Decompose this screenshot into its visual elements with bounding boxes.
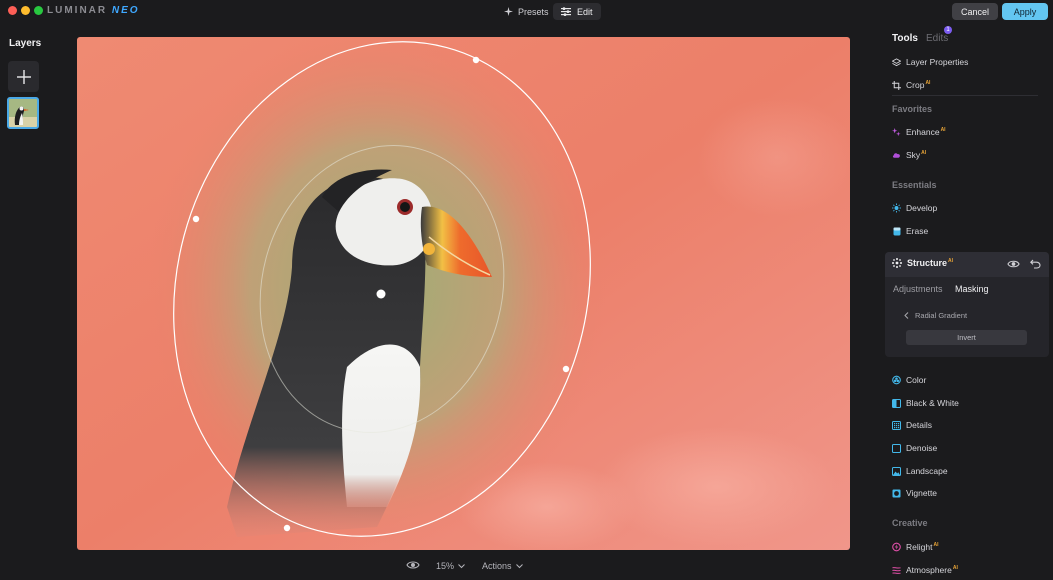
tool-label: Color (906, 375, 927, 385)
tool-label: Black & White (906, 398, 959, 408)
tool-layer-properties[interactable]: Layer Properties (892, 55, 968, 69)
plus-icon (16, 69, 31, 84)
essentials-title: Essentials (892, 180, 937, 190)
layer-thumbnail[interactable] (7, 97, 39, 129)
title-bar: LUMINAR NEO Presets Edit Cancel Apply (0, 0, 1053, 24)
favorites-title: Favorites (892, 104, 933, 114)
preview-eye-icon[interactable] (406, 560, 420, 570)
actions-dropdown[interactable]: Actions (482, 561, 523, 571)
tab-edits[interactable]: Edits (926, 33, 948, 44)
tool-sky[interactable]: SkyAI (892, 148, 926, 162)
tool-black-white[interactable]: Black & White (892, 396, 959, 410)
tool-enhance[interactable]: EnhanceAI (892, 125, 946, 139)
tool-landscape[interactable]: Landscape (892, 464, 948, 478)
vignette-icon (892, 489, 901, 498)
mask-type-label: Radial Gradient (915, 311, 968, 320)
tool-label: CropAI (906, 80, 931, 90)
tool-vignette[interactable]: Vignette (892, 486, 937, 500)
radial-gradient-back[interactable]: Radial Gradient (904, 311, 967, 320)
relight-icon (892, 542, 901, 552)
tool-label: SkyAI (906, 150, 927, 160)
bw-icon (892, 398, 901, 408)
luminar-window: LUMINAR NEO Presets Edit Cancel Apply La… (0, 0, 1053, 580)
presets-sparkle-icon (504, 7, 513, 16)
reset-undo-icon[interactable] (1030, 259, 1041, 269)
minimize-window-button[interactable] (21, 6, 30, 15)
atmosphere-icon (892, 566, 901, 575)
edits-count-badge: 1 (944, 26, 952, 34)
tool-label: Develop (906, 203, 938, 213)
zoom-value: 15% (436, 561, 455, 571)
visibility-eye-icon[interactable] (1007, 259, 1020, 269)
apply-button[interactable]: Apply (1002, 3, 1048, 20)
tool-label: EnhanceAI (906, 127, 946, 137)
tool-label: Details (906, 420, 932, 430)
puffin-photo (77, 37, 850, 550)
close-window-button[interactable] (8, 6, 17, 15)
tool-details[interactable]: Details (892, 418, 932, 432)
add-layer-button[interactable] (8, 61, 39, 92)
tool-structure[interactable]: StructureAI (892, 258, 953, 268)
layer-thumbnail-image (9, 99, 37, 127)
tool-label: Denoise (906, 443, 938, 453)
sliders-icon (561, 7, 571, 16)
tool-denoise[interactable]: Denoise (892, 441, 937, 455)
presets-label: Presets (518, 6, 549, 17)
sparkle-icon (892, 127, 901, 137)
denoise-icon (892, 443, 901, 453)
tool-label: RelightAI (906, 542, 939, 552)
edit-mode-button[interactable]: Edit (553, 3, 601, 20)
section-divider (892, 95, 1038, 96)
tool-label: Landscape (906, 466, 948, 476)
actions-label: Actions (482, 561, 512, 571)
mask-handle-left (192, 215, 200, 223)
app-logo: LUMINAR NEO (47, 5, 140, 16)
layers-icon (892, 57, 901, 67)
structure-title: Structure (907, 258, 948, 268)
invert-button[interactable]: Invert (906, 330, 1027, 345)
photo-canvas[interactable] (77, 37, 850, 550)
tool-crop[interactable]: CropAI (892, 78, 930, 92)
sun-icon (892, 203, 901, 213)
mask-handle-bottom (283, 524, 291, 532)
cancel-button[interactable]: Cancel (952, 3, 998, 20)
tool-label: Vignette (906, 488, 938, 498)
zoom-window-button[interactable] (34, 6, 43, 15)
mask-center-handle (376, 289, 386, 299)
chevron-down-icon (515, 563, 523, 568)
tool-label: Layer Properties (906, 57, 969, 67)
details-icon (892, 420, 901, 430)
creative-title: Creative (892, 518, 928, 528)
tab-adjustments[interactable]: Adjustments (893, 284, 943, 294)
tab-tools[interactable]: Tools (892, 33, 918, 44)
tool-label: Erase (906, 226, 929, 236)
tool-develop[interactable]: Develop (892, 201, 937, 215)
eraser-icon (892, 227, 901, 236)
cloud-icon (892, 151, 901, 160)
layers-title: Layers (9, 38, 42, 49)
tool-atmosphere[interactable]: AtmosphereAI (892, 563, 958, 577)
edit-label: Edit (577, 6, 593, 17)
presets-mode-button[interactable]: Presets (497, 3, 556, 20)
mask-handle-top (472, 56, 480, 64)
mask-handle-right (562, 365, 570, 373)
tool-label: AtmosphereAI (906, 565, 958, 575)
chevron-down-icon (458, 563, 465, 568)
landscape-icon (892, 466, 901, 476)
structure-icon (892, 258, 902, 268)
color-icon (892, 375, 901, 385)
chevron-left-icon (904, 312, 909, 319)
tool-relight[interactable]: RelightAI (892, 540, 938, 554)
tool-color[interactable]: Color (892, 373, 926, 387)
crop-icon (892, 80, 901, 90)
tab-masking[interactable]: Masking (955, 284, 989, 294)
tool-erase[interactable]: Erase (892, 224, 928, 238)
zoom-dropdown[interactable]: 15% (436, 561, 465, 571)
